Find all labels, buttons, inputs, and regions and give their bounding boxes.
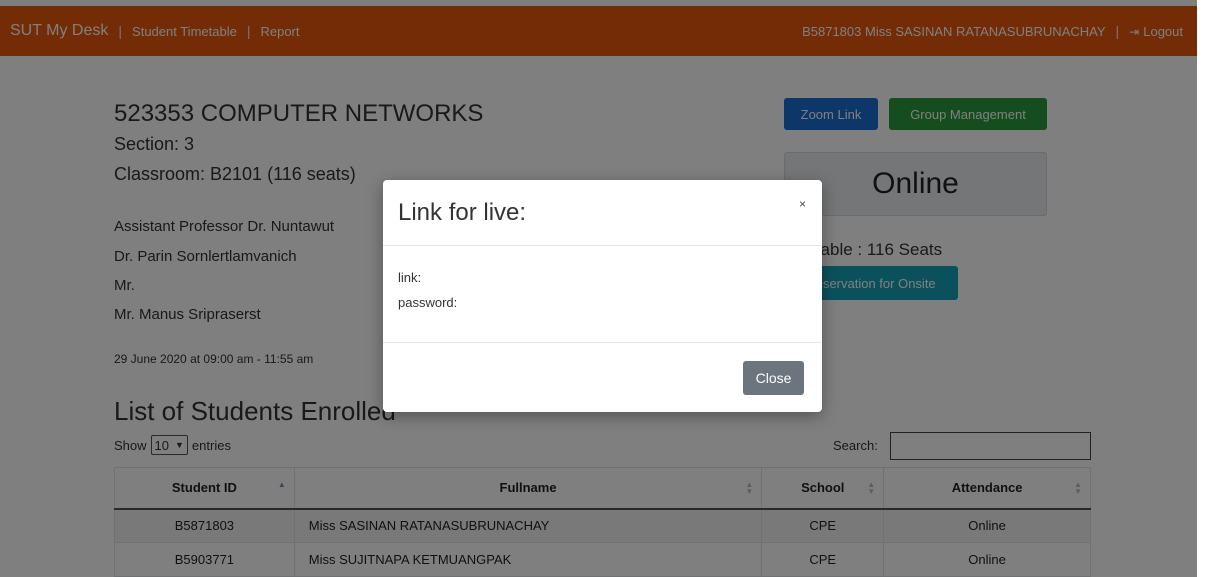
- scrollbar-track: [1197, 0, 1205, 577]
- link-label: link:: [398, 270, 422, 285]
- close-button[interactable]: Close: [743, 361, 804, 395]
- live-link-modal: Link for live: × link: password: Close: [383, 180, 822, 412]
- password-label: password:: [398, 295, 458, 310]
- modal-body: link: password:: [398, 270, 457, 320]
- close-icon[interactable]: ×: [799, 197, 806, 211]
- modal-header: Link for live: ×: [383, 180, 822, 246]
- modal-title: Link for live:: [398, 199, 527, 226]
- modal-footer: Close: [383, 342, 822, 412]
- page: SUT My Desk | Student Timetable | Report…: [0, 0, 1205, 577]
